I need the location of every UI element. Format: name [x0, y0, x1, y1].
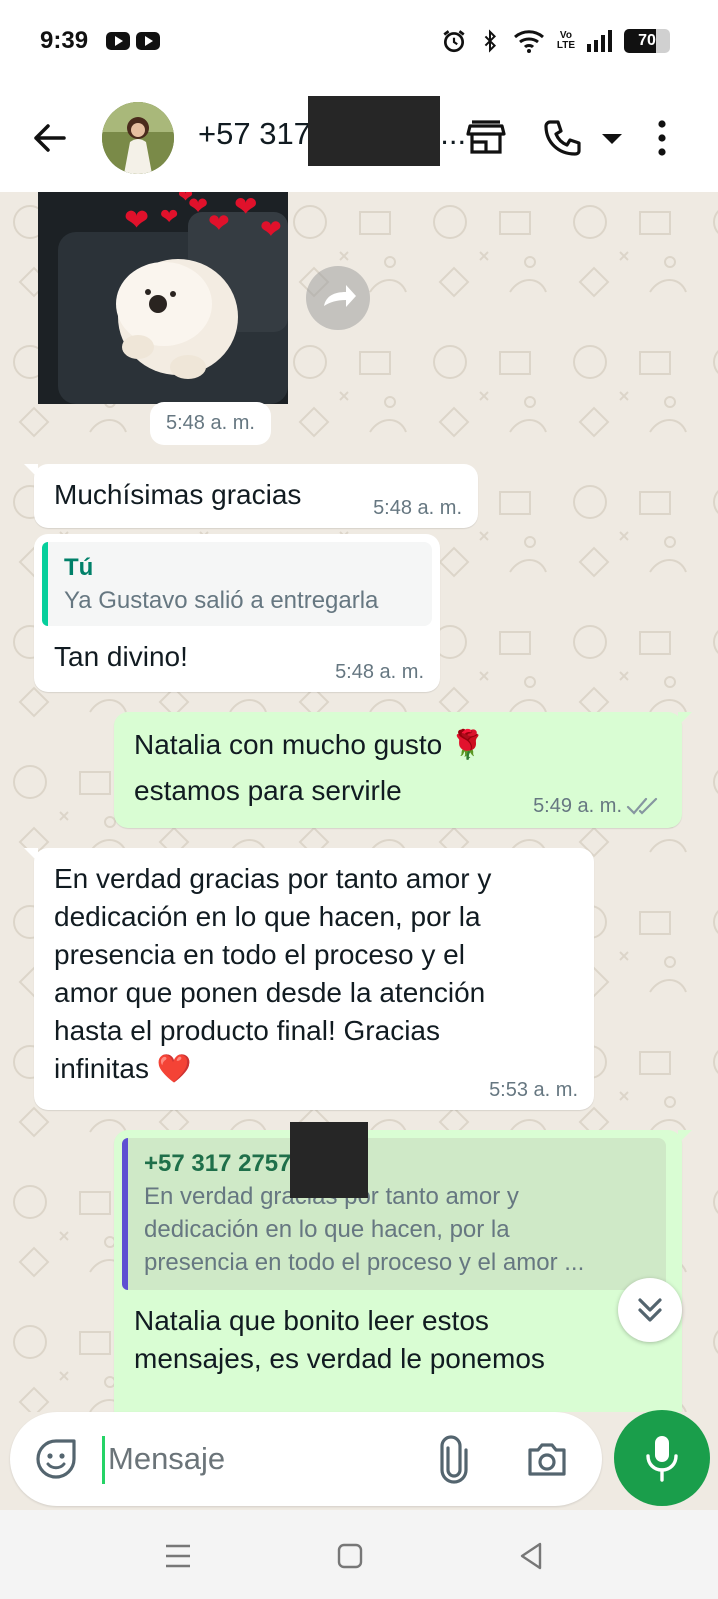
message-text-block: Natalia que bonito leer estos mensajes, … [134, 1302, 545, 1378]
menu-icon[interactable] [156, 1534, 200, 1578]
image-timestamp: 5:48 a. m. [150, 402, 271, 445]
message-text-line: amor que ponen desde la atención [54, 977, 486, 1008]
mic-button[interactable] [614, 1410, 710, 1506]
battery-icon: 70 [624, 29, 670, 53]
quote-text: Ya Gustavo salió a entregarla [64, 587, 379, 614]
message-text-line: En verdad gracias por tanto amor y [54, 863, 492, 894]
quote-author: +57 317 2757323 [144, 1150, 332, 1177]
quote-text-line: dedicación en lo que hacen, por la [144, 1216, 510, 1243]
status-bar: 9:39 Vo LTE 70 [0, 0, 718, 84]
quote-bar [122, 1138, 128, 1290]
bubble-tail [24, 464, 38, 478]
bluetooth-icon [484, 29, 496, 53]
message-time: 5:49 a. m. [533, 795, 622, 817]
message-text-line: estamos para servirle [134, 775, 402, 806]
message-time: 5:53 a. m. [489, 1079, 578, 1101]
quoted-message[interactable]: +57 317 2757323 En verdad gracias por ta… [122, 1138, 666, 1290]
system-nav-bar [0, 1510, 718, 1599]
message-time: 5:48 a. m. [335, 661, 424, 683]
wifi-icon [513, 30, 544, 53]
svg-text:❤: ❤ [160, 205, 178, 230]
chevron-down-icon[interactable] [590, 116, 634, 160]
forward-icon[interactable] [306, 266, 370, 330]
message-text-line: Natalia que bonito leer estos [134, 1305, 489, 1336]
message-incoming-reply[interactable]: Tú Ya Gustavo salió a entregarla Tan div… [34, 534, 440, 692]
message-text-line: infinitas ❤️ [54, 1053, 192, 1084]
message-text-line: presencia en todo el proceso y el [54, 939, 465, 970]
back-icon[interactable] [510, 1534, 554, 1578]
chat-area[interactable]: ❤ ❤ ❤ ❤ ❤ ❤ ❤ 5:48 a. m. Muchísimas grac… [0, 192, 718, 1412]
chat-header: +57 317 2757323... [0, 84, 718, 192]
message-outgoing-reply[interactable]: +57 317 2757323 En verdad gracias por ta… [114, 1130, 692, 1412]
message-time: 5:48 a. m. [373, 497, 462, 519]
bubble-tail [678, 712, 692, 726]
double-chevron-down-icon [638, 1298, 662, 1322]
quoted-message[interactable]: Tú Ya Gustavo salió a entregarla [42, 542, 432, 626]
svg-text:❤: ❤ [260, 215, 282, 245]
shared-image[interactable]: ❤ ❤ ❤ ❤ ❤ ❤ ❤ [38, 192, 288, 404]
text-cursor [102, 1436, 105, 1484]
status-time: 9:39 [40, 27, 89, 54]
signal-icon [587, 30, 612, 52]
message-text-line: Natalia con mucho gusto 🌹 [134, 729, 485, 760]
message-outgoing[interactable]: Natalia con mucho gusto 🌹 estamos para s… [114, 712, 692, 828]
home-icon[interactable] [328, 1534, 372, 1578]
alarm-icon [443, 30, 465, 53]
back-arrow-icon[interactable] [26, 114, 74, 162]
volte-icon: Vo LTE [557, 31, 575, 51]
volte-label-bottom: LTE [556, 40, 575, 51]
message-text: Tan divino! [54, 641, 188, 672]
message-text: Muchísimas gracias [54, 479, 302, 510]
quote-bar [42, 542, 48, 626]
message-text-line: dedicación en lo que hacen, por la [54, 901, 481, 932]
svg-text:❤: ❤ [124, 203, 149, 238]
redaction-box [290, 1122, 368, 1198]
attach-icon[interactable] [430, 1434, 478, 1484]
svg-text:❤: ❤ [234, 192, 257, 223]
camera-icon[interactable] [522, 1434, 572, 1484]
quote-text-line: presencia en todo el proceso y el amor .… [144, 1249, 585, 1276]
store-icon[interactable] [464, 116, 508, 160]
message-incoming[interactable]: Muchísimas gracias 5:48 a. m. [24, 464, 478, 528]
avatar[interactable] [102, 102, 174, 174]
double-check-icon [626, 797, 658, 815]
youtube-icon [136, 32, 160, 50]
phone-icon[interactable] [540, 116, 584, 160]
bubble-tail [24, 848, 38, 862]
svg-text:❤: ❤ [178, 192, 193, 207]
svg-text:❤: ❤ [208, 209, 230, 239]
battery-level: 70 [638, 32, 656, 49]
scroll-to-bottom-button[interactable] [618, 1278, 682, 1342]
message-text-line: mensajes, es verdad le ponemos [134, 1343, 545, 1374]
message-incoming[interactable]: En verdad gracias por tanto amor y dedic… [24, 848, 594, 1110]
status-icons: Vo LTE 70 [441, 24, 670, 58]
youtube-icon [106, 32, 130, 50]
message-text-line: hasta el producto final! Gracias [54, 1015, 440, 1046]
message-text-block: En verdad gracias por tanto amor y dedic… [54, 860, 491, 1088]
more-vert-icon[interactable] [640, 116, 684, 160]
mic-icon [646, 1436, 678, 1482]
message-input[interactable] [108, 1436, 408, 1482]
sticker-emoji-icon[interactable] [32, 1435, 80, 1483]
redaction-box [308, 96, 440, 166]
message-composer [10, 1412, 602, 1506]
quote-author: Tú [64, 554, 94, 581]
bubble-tail [678, 1130, 692, 1144]
quote-text-line: En verdad gracias por tanto amor y [144, 1183, 519, 1210]
